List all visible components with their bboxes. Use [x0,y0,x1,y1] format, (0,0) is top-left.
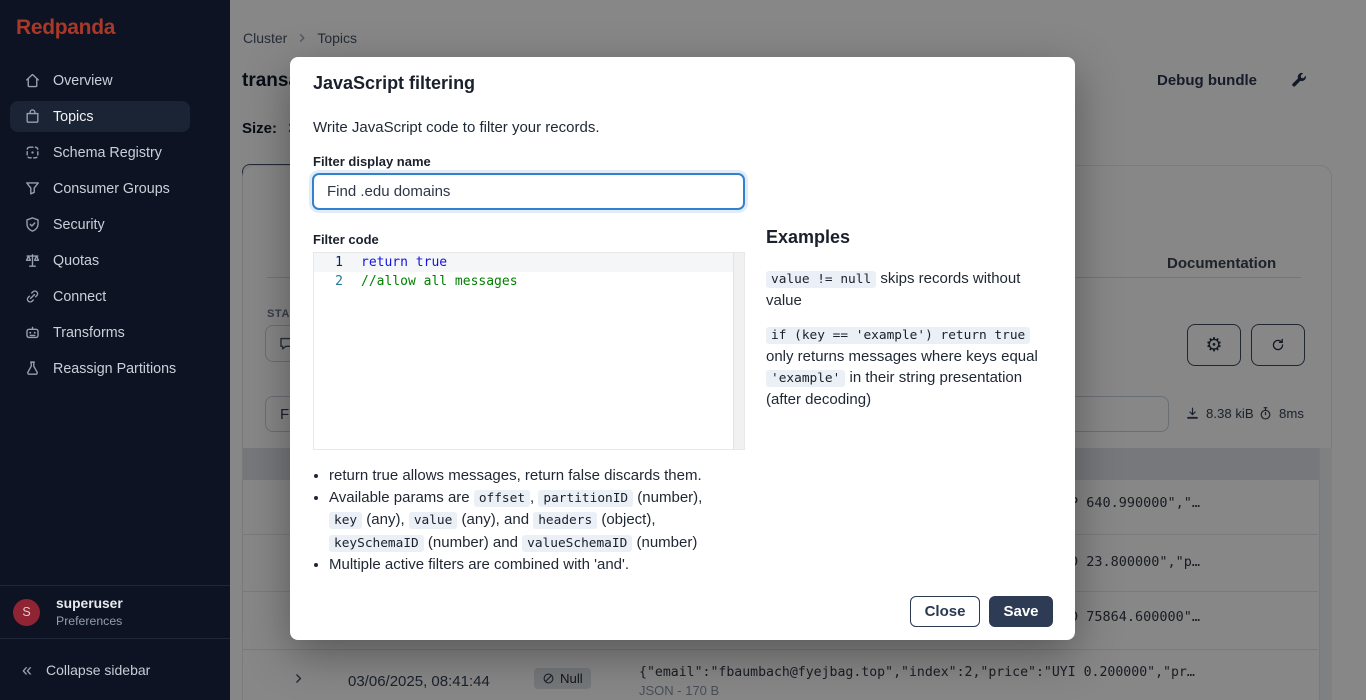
code-chip: if (key == 'example') return true [766,327,1030,344]
filter-note: Multiple active filters are combined wit… [329,554,715,576]
sidebar-item-reassign-partitions[interactable]: Reassign Partitions [10,353,190,384]
modal-description: Write JavaScript code to filter your rec… [313,119,600,136]
sidebar-item-security[interactable]: Security [10,209,190,240]
save-button[interactable]: Save [989,596,1053,627]
sidebar-item-label: Consumer Groups [53,181,170,197]
code-chip: value [409,512,458,529]
schema-registry-icon [24,144,41,161]
code-line: 2//allow all messages [314,272,744,291]
link-icon [24,288,41,305]
close-button[interactable]: Close [910,596,980,627]
sidebar-item-label: Security [53,217,105,233]
sidebar-item-overview[interactable]: Overview [10,65,190,96]
example-item: if (key == 'example') return true only r… [766,324,1058,410]
examples-list: value != null skips records without valu… [766,268,1058,410]
sidebar-item-consumer-groups[interactable]: Consumer Groups [10,173,190,204]
example-item: value != null skips records without valu… [766,268,1058,311]
funnel-icon [24,180,41,197]
shield-icon [24,216,41,233]
sidebar-item-connect[interactable]: Connect [10,281,190,312]
code-chip: offset [474,490,530,507]
avatar: S [13,599,40,626]
topics-icon [24,108,41,125]
home-icon [24,72,41,89]
collapse-icon: « [22,661,32,679]
code-chip: headers [533,512,597,529]
redpanda-logo: Redpanda [16,16,115,40]
sidebar-item-label: Schema Registry [53,145,162,161]
modal-title: JavaScript filtering [313,73,475,94]
collapse-sidebar-label: Collapse sidebar [46,662,150,678]
collapse-sidebar-button[interactable]: « Collapse sidebar [0,638,230,700]
examples-heading: Examples [766,227,1058,248]
sidebar-item-transforms[interactable]: Transforms [10,317,190,348]
code-text: //allow all messages [358,272,518,291]
sidebar-item-label: Transforms [53,325,125,341]
sidebar-item-schema-registry[interactable]: Schema Registry [10,137,190,168]
robot-icon [24,324,41,341]
line-number: 2 [314,272,358,291]
sidebar-item-quotas[interactable]: Quotas [10,245,190,276]
code-chip: valueSchemaID [522,535,632,552]
filter-display-name-label: Filter display name [313,154,431,169]
javascript-filtering-modal: JavaScript filtering Write JavaScript co… [290,57,1075,640]
sidebar-item-label: Overview [53,73,113,89]
sidebar-item-label: Topics [53,109,94,125]
code-chip: 'example' [766,370,845,387]
sidebar-item-label: Quotas [53,253,99,269]
sidebar-nav: Overview Topics Schema Registry Consumer Gr… [10,65,190,389]
filter-note: return true allows messages, return fals… [329,465,715,487]
user-name: superuser [56,596,123,611]
filter-note: Available params are offset, partitionID… [329,487,715,555]
code-editor[interactable]: 1return true2//allow all messages [313,252,745,450]
code-chip: partitionID [538,490,633,507]
sidebar-item-topics[interactable]: Topics [10,101,190,132]
code-line: 1return true [314,253,744,272]
scales-icon [24,252,41,269]
user-section[interactable]: S superuser Preferences [0,585,230,638]
examples-section: Examples value != null skips records wit… [766,227,1058,423]
filter-code-label: Filter code [313,232,379,247]
user-preferences-link[interactable]: Preferences [56,614,123,628]
sidebar-item-label: Reassign Partitions [53,361,176,377]
filter-display-name-input[interactable] [313,174,744,209]
editor-scrollbar [733,253,744,449]
code-chip: value != null [766,271,876,288]
flask-icon [24,360,41,377]
sidebar-item-label: Connect [53,289,106,305]
code-chip: key [329,512,362,529]
code-editor-lines: 1return true2//allow all messages [314,253,744,291]
line-number: 1 [314,253,358,272]
sidebar: Redpanda Overview Topics Schema Registry Co… [0,0,230,700]
code-chip: keySchemaID [329,535,424,552]
code-text: return true [358,253,447,272]
filter-notes-list: return true allows messages, return fals… [310,465,715,576]
